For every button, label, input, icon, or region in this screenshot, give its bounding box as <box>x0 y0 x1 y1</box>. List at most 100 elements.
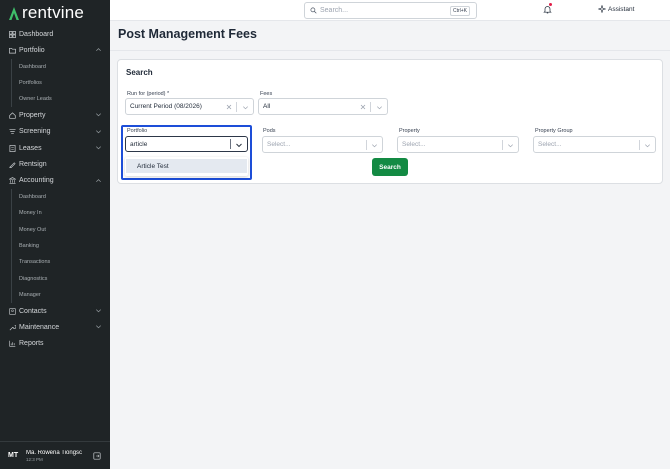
fees-value: All <box>263 103 271 110</box>
sidebar-item-label: Property <box>19 112 46 120</box>
chevron-up-icon <box>96 48 101 52</box>
user-profile[interactable]: MT Ma. Rowena Tiongsc 12:3 PM <box>0 441 110 469</box>
search-placeholder: Search... <box>320 7 349 14</box>
property-group-placeholder: Select... <box>538 141 562 148</box>
run-for-value: Current Period (08/2026) <box>130 103 202 110</box>
pods-select[interactable]: Select... <box>262 136 383 153</box>
select-separator <box>236 102 237 112</box>
sidebar-item-screening[interactable]: Screening <box>0 124 110 140</box>
sidebar-item-label: Accounting <box>19 177 54 185</box>
user-time: 12:3 PM <box>26 456 43 462</box>
chevron-down-icon <box>96 113 101 117</box>
chevron-down-icon[interactable] <box>507 142 514 149</box>
sidebar-subitem-money-in[interactable]: Money In <box>11 205 110 222</box>
chevron-down-icon <box>96 325 101 329</box>
sidebar-nav: Dashboard Portfolio Dashboard Portfolios… <box>0 26 110 352</box>
chevron-down-icon[interactable] <box>371 142 378 149</box>
wrench-icon <box>8 323 16 331</box>
avatar: MT <box>8 452 19 459</box>
rentvine-logo-icon <box>9 7 19 20</box>
property-select[interactable]: Select... <box>397 136 519 153</box>
chevron-down-icon <box>96 130 101 134</box>
pods-label: Pods <box>263 128 276 134</box>
pods-placeholder: Select... <box>267 141 291 148</box>
fees-label: Fees <box>260 91 273 97</box>
title-divider <box>110 50 670 51</box>
sidebar-item-portfolio[interactable]: Portfolio <box>0 42 110 58</box>
sidebar-item-label: Dashboard <box>19 30 54 38</box>
assistant-label: Assistant <box>608 5 635 13</box>
sidebar-item-accounting[interactable]: Accounting <box>0 173 110 189</box>
folder-icon <box>8 46 16 54</box>
logout-icon[interactable] <box>93 452 101 460</box>
sidebar-item-label: Leases <box>19 144 42 152</box>
select-separator <box>370 102 371 112</box>
clear-icon[interactable] <box>226 104 232 110</box>
chevron-down-icon[interactable] <box>242 104 249 111</box>
contacts-icon <box>8 307 16 315</box>
select-separator <box>639 140 640 150</box>
sidebar-subitem-accounting-dashboard[interactable]: Dashboard <box>11 188 110 206</box>
select-separator <box>230 139 231 149</box>
sparkle-icon <box>598 5 606 13</box>
sidebar-item-label: Maintenance <box>19 323 60 331</box>
brand-logo[interactable]: rentvine <box>8 3 84 22</box>
sidebar-item-label: Reports <box>19 340 44 348</box>
grid-icon <box>8 30 16 38</box>
chevron-down-icon[interactable] <box>644 142 651 149</box>
sidebar-subitem-transactions[interactable]: Transactions <box>11 254 110 271</box>
clear-icon[interactable] <box>360 104 366 110</box>
page-title: Post Management Fees <box>118 27 257 41</box>
property-label: Property <box>399 128 420 134</box>
user-info: Ma. Rowena Tiongsc 12:3 PM <box>26 450 98 462</box>
portfolio-option-article-test[interactable]: Article Test <box>126 159 247 173</box>
portfolio-typed-value: article <box>130 140 148 148</box>
property-placeholder: Select... <box>402 141 426 148</box>
filter-icon <box>8 128 16 136</box>
notification-bell-icon[interactable] <box>543 5 552 14</box>
property-group-select[interactable]: Select... <box>533 136 656 153</box>
sidebar-item-label: Screening <box>19 128 51 136</box>
sidebar-subitem-banking[interactable]: Banking <box>11 237 110 255</box>
search-button[interactable]: Search <box>372 158 408 176</box>
portfolio-input[interactable]: article <box>125 136 248 152</box>
search-icon <box>310 7 317 14</box>
select-separator <box>366 140 367 150</box>
sidebar-item-contacts[interactable]: Contacts <box>0 303 110 319</box>
sidebar-item-rentsign[interactable]: Rentsign <box>0 156 110 172</box>
keyboard-shortcut-badge: Ctrl+K <box>449 6 470 16</box>
sidebar-item-label: Portfolio <box>19 46 45 54</box>
sidebar-item-property[interactable]: Property <box>0 107 110 123</box>
sidebar-item-label: Contacts <box>19 307 47 315</box>
run-for-label: Run for (period) * <box>127 91 170 97</box>
portfolio-dropdown-menu: Article Test <box>125 157 248 176</box>
sidebar-item-label: Rentsign <box>19 161 47 169</box>
sidebar-subitem-money-out[interactable]: Money Out <box>11 221 110 238</box>
run-for-select[interactable]: Current Period (08/2026) <box>125 98 254 115</box>
notification-badge <box>549 3 552 6</box>
chart-icon <box>8 340 16 348</box>
sidebar-subitem-owner-leads[interactable]: Owner Leads <box>11 91 110 108</box>
sidebar-subitem-portfolio-dashboard[interactable]: Dashboard <box>11 58 110 75</box>
sidebar-item-reports[interactable]: Reports <box>0 336 110 352</box>
property-group-label: Property Group <box>535 128 573 134</box>
sidebar-item-leases[interactable]: Leases <box>0 140 110 156</box>
sidebar-subitem-portfolios[interactable]: Portfolios <box>11 74 110 92</box>
bank-icon <box>8 177 16 185</box>
sidebar-subitem-diagnostics[interactable]: Diagnostics <box>11 270 110 287</box>
assistant-button[interactable]: Assistant <box>598 5 634 13</box>
sidebar-item-dashboard[interactable]: Dashboard <box>0 26 110 42</box>
chevron-down-icon[interactable] <box>235 141 243 149</box>
chevron-down-icon[interactable] <box>376 104 383 111</box>
chevron-up-icon <box>96 178 101 182</box>
select-separator <box>502 140 503 150</box>
document-icon <box>8 144 16 152</box>
chevron-down-icon <box>96 309 101 313</box>
search-card-title: Search <box>126 68 153 77</box>
global-search[interactable]: Search... Ctrl+K <box>304 2 477 19</box>
sidebar: rentvine Dashboard Portfolio Dashboard P… <box>0 0 110 469</box>
sidebar-subitem-manager[interactable]: Manager <box>11 286 110 304</box>
user-name: Ma. Rowena Tiongsc <box>26 449 83 456</box>
sidebar-item-maintenance[interactable]: Maintenance <box>0 319 110 335</box>
fees-select[interactable]: All <box>258 98 388 115</box>
